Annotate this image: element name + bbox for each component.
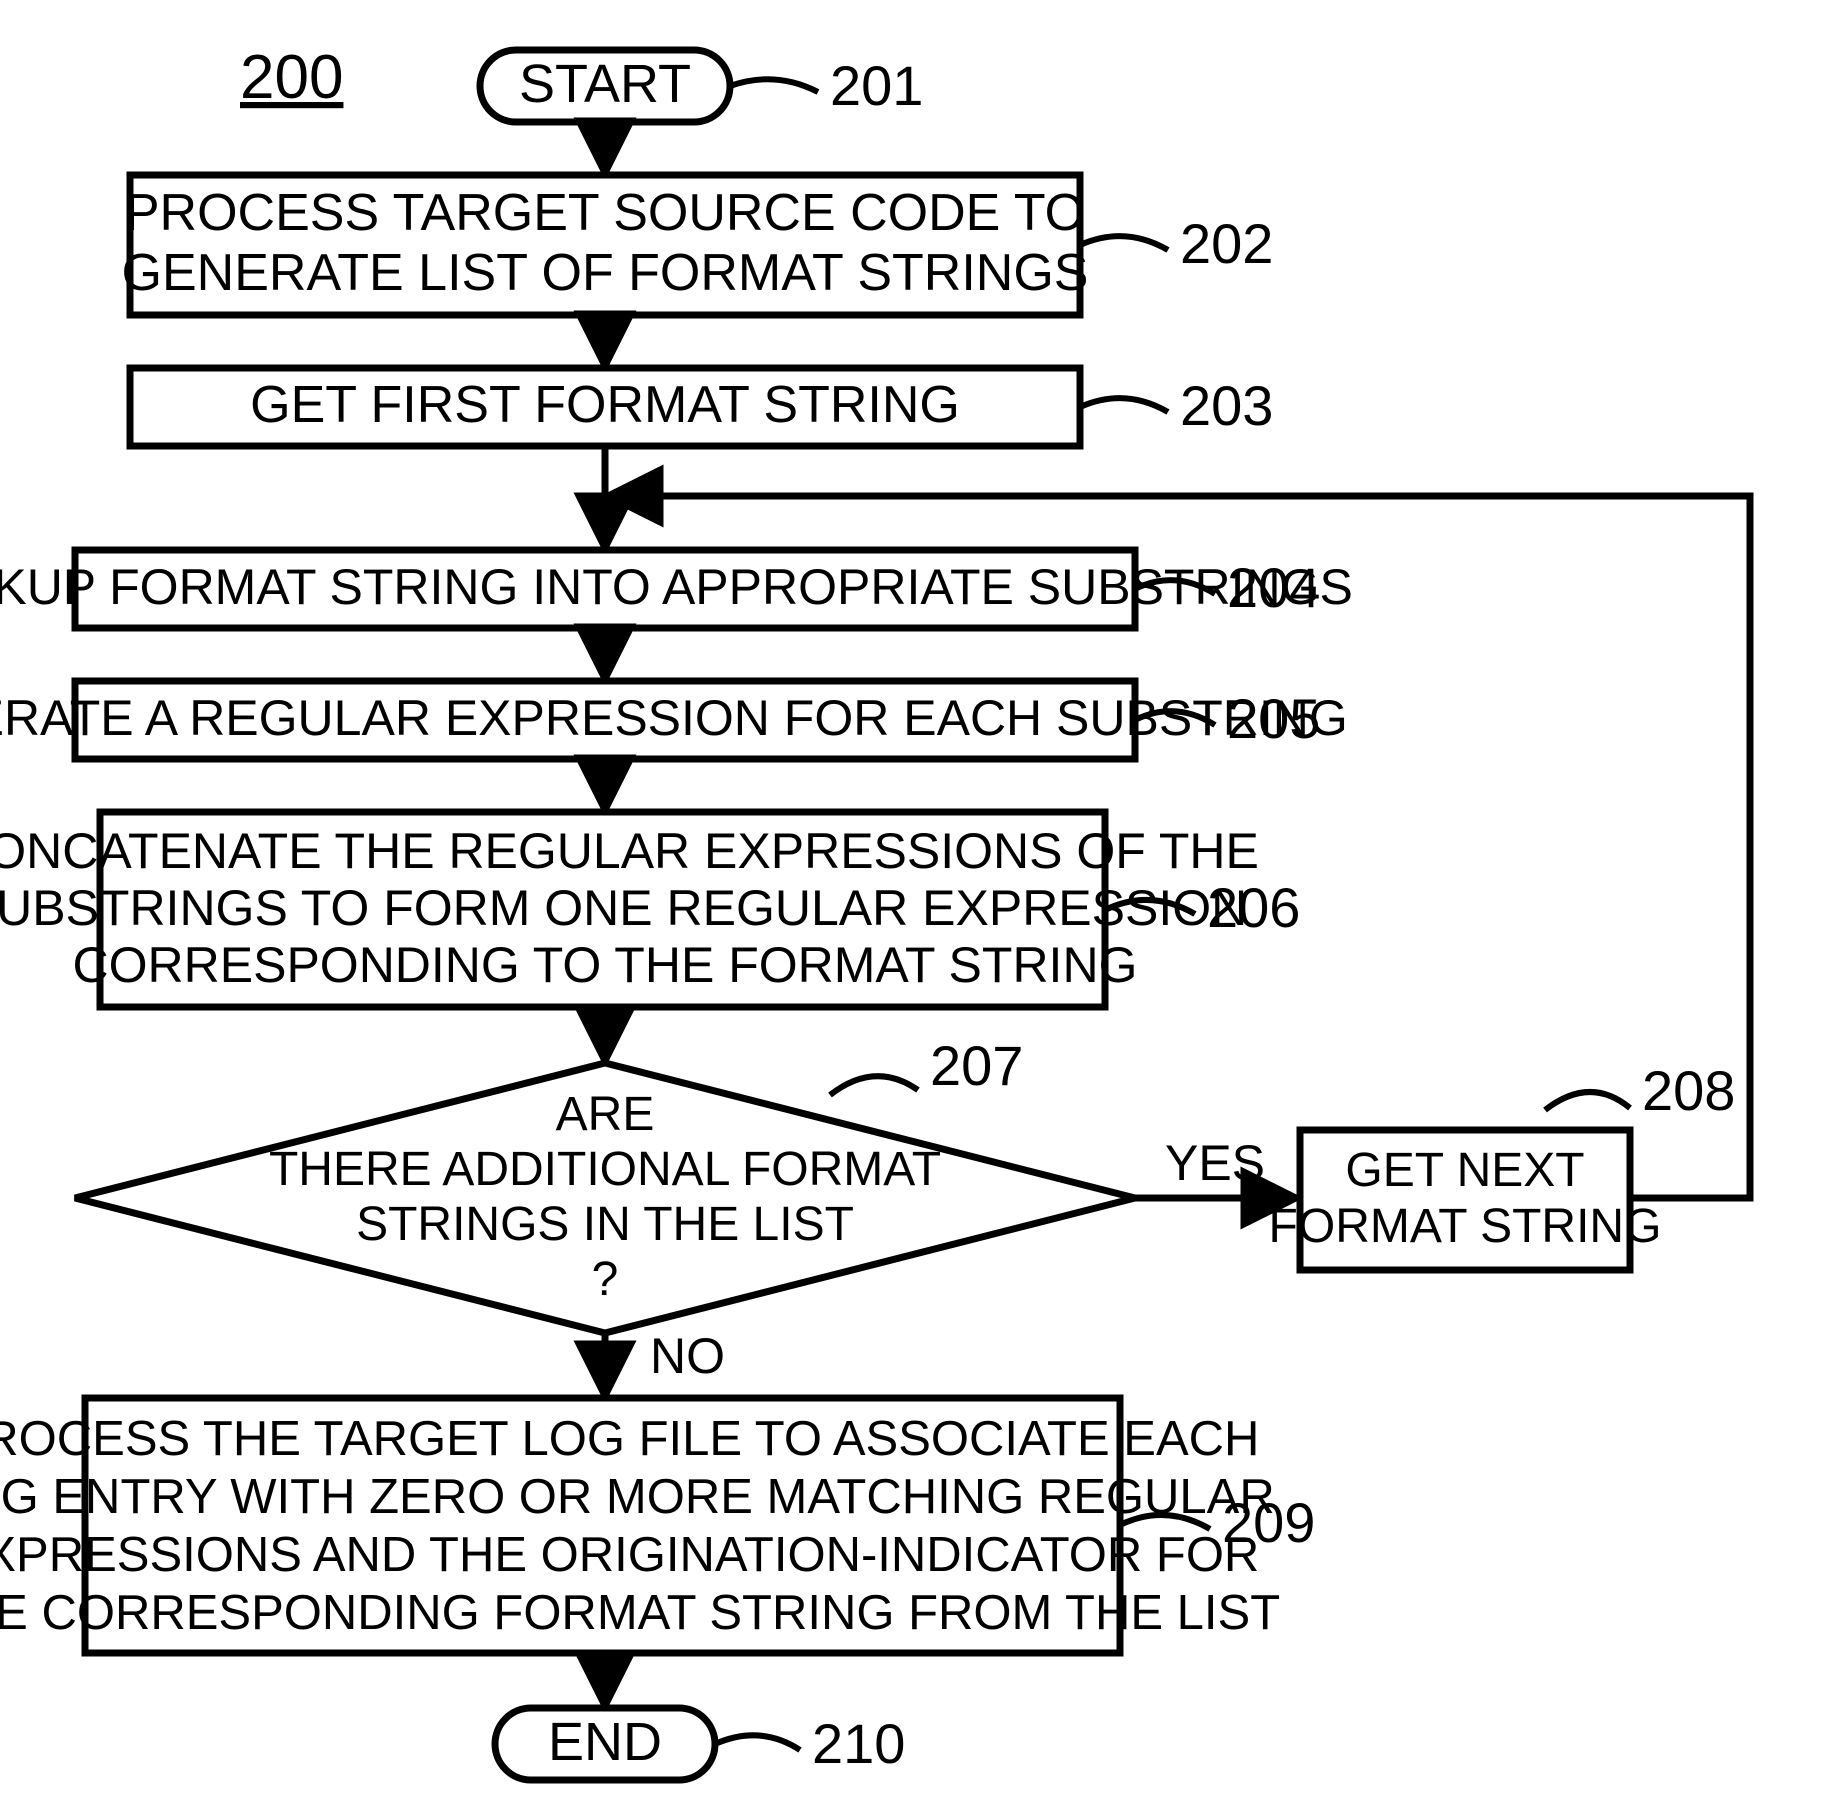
decision-207-line2: THERE ADDITIONAL FORMAT xyxy=(269,1143,941,1196)
step-209-line1: PROCESS THE TARGET LOG FILE TO ASSOCIATE… xyxy=(0,1412,1259,1466)
step-202-line1: PROCESS TARGET SOURCE CODE TO xyxy=(125,184,1085,242)
step-204: BREAKUP FORMAT STRING INTO APPROPRIATE S… xyxy=(0,550,1353,628)
step-209-ref: 209 xyxy=(1222,1491,1315,1554)
step-208-ref: 208 xyxy=(1642,1059,1735,1122)
figure-number: 200 xyxy=(240,43,343,112)
step-202-ref: 202 xyxy=(1180,212,1273,275)
decision-207-line4: ? xyxy=(592,1253,619,1306)
step-208-line1: GET NEXT xyxy=(1345,1144,1584,1197)
step-202: PROCESS TARGET SOURCE CODE TO GENERATE L… xyxy=(122,175,1274,315)
step-205: GENERATE A REGULAR EXPRESSION FOR EACH S… xyxy=(0,681,1348,759)
step-205-ref: 205 xyxy=(1227,687,1320,750)
decision-207-ref: 207 xyxy=(930,1034,1023,1097)
step-204-ref: 204 xyxy=(1227,556,1320,619)
step-206-line3: CORRESPONDING TO THE FORMAT STRING xyxy=(73,937,1138,993)
end-label: END xyxy=(548,1712,662,1772)
step-206: CONCATENATE THE REGULAR EXPRESSIONS OF T… xyxy=(0,812,1300,1007)
step-209-line4: THE CORRESPONDING FORMAT STRING FROM THE… xyxy=(0,1586,1280,1640)
step-203-ref: 203 xyxy=(1180,374,1273,437)
start-label: START xyxy=(519,54,691,114)
step-204-line1: BREAKUP FORMAT STRING INTO APPROPRIATE S… xyxy=(0,559,1353,615)
decision-207-line3: STRINGS IN THE LIST xyxy=(356,1198,854,1251)
end-ref: 210 xyxy=(812,1712,905,1775)
start-node: START 201 xyxy=(480,50,923,122)
flowchart-diagram: 200 START 201 PROCESS TARGET SOURCE CODE… xyxy=(0,0,1827,1813)
step-206-line1: CONCATENATE THE REGULAR EXPRESSIONS OF T… xyxy=(0,823,1259,879)
step-203: GET FIRST FORMAT STRING 203 xyxy=(130,368,1273,446)
step-208: GET NEXT FORMAT STRING 208 xyxy=(1269,1059,1736,1270)
step-202-line2: GENERATE LIST OF FORMAT STRINGS xyxy=(122,244,1089,302)
end-node: END 210 xyxy=(495,1708,905,1780)
decision-no-label: NO xyxy=(650,1328,725,1384)
step-206-line2: SUBSTRINGS TO FORM ONE REGULAR EXPRESSIO… xyxy=(0,880,1247,936)
step-209: PROCESS THE TARGET LOG FILE TO ASSOCIATE… xyxy=(0,1398,1315,1653)
step-208-line2: FORMAT STRING xyxy=(1269,1200,1662,1253)
step-203-line1: GET FIRST FORMAT STRING xyxy=(250,376,960,434)
decision-207-line1: ARE xyxy=(556,1088,655,1141)
decision-207: ARE THERE ADDITIONAL FORMAT STRINGS IN T… xyxy=(75,1034,1135,1333)
step-209-line2: LOG ENTRY WITH ZERO OR MORE MATCHING REG… xyxy=(0,1470,1275,1524)
start-ref: 201 xyxy=(830,54,923,117)
step-206-ref: 206 xyxy=(1207,876,1300,939)
decision-yes-label: YES xyxy=(1165,1135,1265,1191)
step-209-line3: EXPRESSIONS AND THE ORIGINATION-INDICATO… xyxy=(0,1528,1259,1582)
